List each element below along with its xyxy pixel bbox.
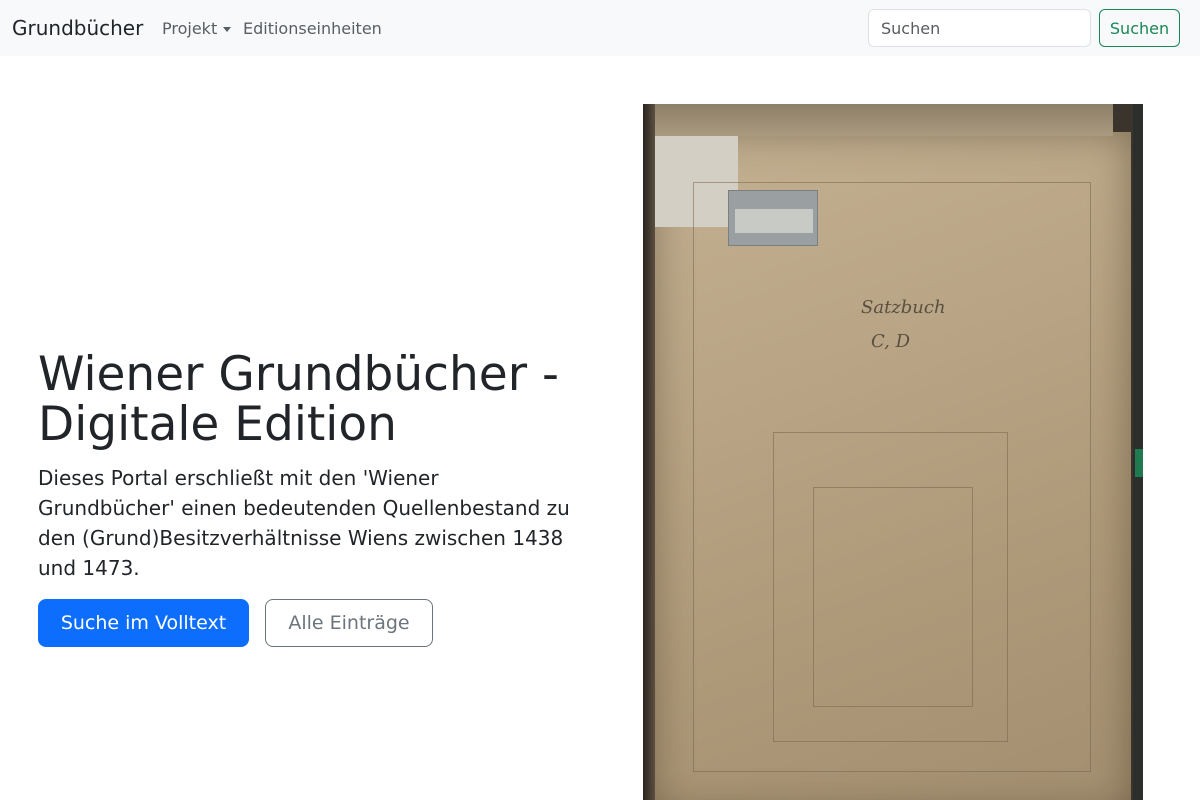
brand-link[interactable]: Grundbücher [12,14,143,42]
nav-item-projekt[interactable]: Projekt [162,18,232,40]
hero-lead-text: Dieses Portal erschließt mit den 'Wiener… [38,466,570,580]
cover-handwriting-line1: Satzbuch [861,297,946,318]
nav-item-editionseinheiten[interactable]: Editionseinheiten [243,18,382,40]
page-title: Wiener Grundbücher - Digitale Edition [38,347,559,452]
chevron-down-icon [223,26,232,32]
search-button[interactable]: Suchen [1099,9,1180,47]
cover-board: Satzbuch C, D [653,132,1131,800]
top-navbar: Grundbücher Projekt Editionseinheiten Su… [0,0,1200,56]
cover-top-edge [643,104,1113,136]
nav-item-projekt-label: Projekt [162,19,218,38]
book-cover-image: Satzbuch C, D [643,104,1143,800]
cover-handwriting-line2: C, D [871,331,911,352]
cover-center-frame [813,487,973,707]
all-entries-button[interactable]: Alle Einträge [265,599,433,647]
cover-green-marker [1135,449,1143,477]
search-input[interactable] [868,9,1091,47]
cover-handwriting: Satzbuch C, D [861,297,971,367]
cover-spine [643,104,655,800]
shelf-label-strip [735,209,813,233]
shelf-label [728,190,818,246]
fulltext-search-button[interactable]: Suche im Volltext [38,599,249,647]
